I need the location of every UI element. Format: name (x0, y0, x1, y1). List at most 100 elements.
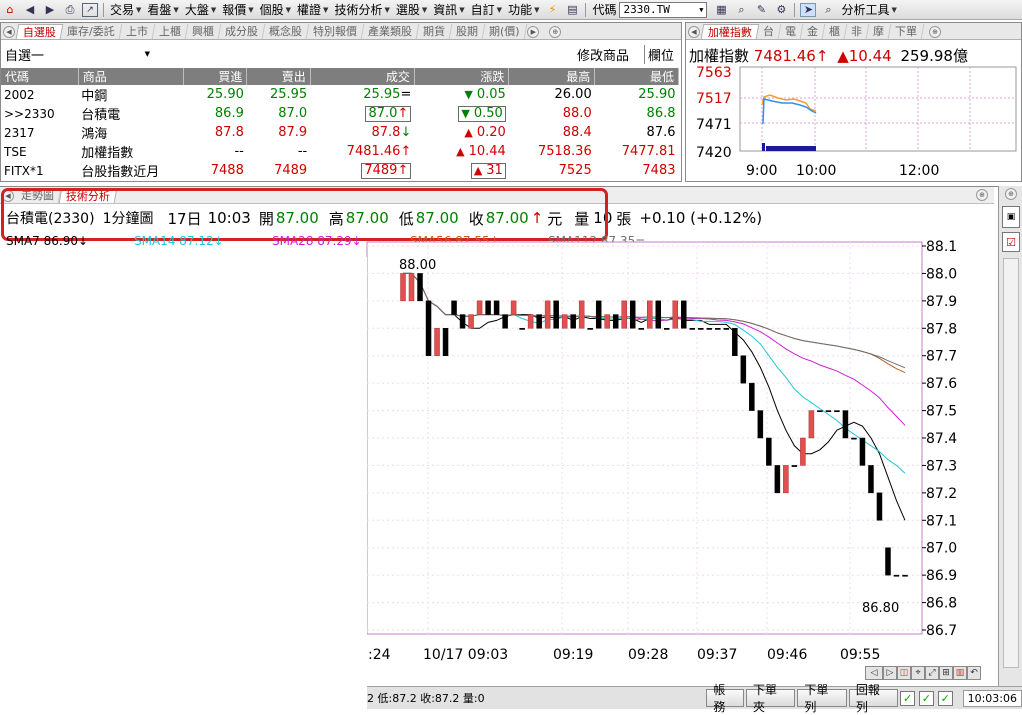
analysis-tools-icon[interactable]: ⌕ (820, 3, 836, 17)
tab-favorites[interactable]: 自選股 (15, 24, 64, 39)
menu-separator (794, 2, 796, 17)
print-icon[interactable]: ⎙ (62, 3, 78, 17)
notepad-icon[interactable]: ▤ (564, 3, 580, 17)
tab-futures[interactable]: 期貨 (416, 24, 453, 39)
code-input[interactable]: 2330.TW ▼ (619, 1, 708, 18)
tab-options[interactable]: 期(價) (482, 24, 527, 39)
zoom-icon[interactable]: ⊕ (1005, 188, 1017, 200)
menu-warrant[interactable]: 權證 ▼ (294, 1, 331, 18)
tab-order[interactable]: 下單 (888, 24, 925, 39)
columns-button[interactable]: 欄位 (644, 45, 674, 64)
cell-last-symbol: ↑ (400, 144, 412, 159)
stock-lookup-icon[interactable]: ▦ (713, 3, 729, 17)
search-icon[interactable]: ⌕ (733, 3, 749, 17)
menu-screener[interactable]: 選股 ▼ (393, 1, 430, 18)
candle (417, 273, 423, 302)
check-2-checkbox[interactable]: ✓ (919, 690, 934, 706)
col-change[interactable]: 漲跌 (414, 68, 510, 85)
forward-icon[interactable]: ▶ (42, 3, 58, 17)
table-row[interactable]: TSE 加權指數 -- -- 7481.46↑ ▲ 10.44 7518.36 7477.81 (1, 142, 679, 161)
zoom-out-icon[interactable]: ◫ (897, 666, 911, 680)
tools-icon[interactable]: ✎ (753, 3, 769, 17)
modify-items-button[interactable]: 修改商品 (577, 45, 629, 64)
menu-info[interactable]: 資訊 ▼ (430, 1, 467, 18)
pointer-icon[interactable]: ➤ (800, 2, 817, 17)
back-icon[interactable]: ◀ (22, 3, 38, 17)
col-high[interactable]: 最高 (508, 68, 596, 85)
tabs-scroll-left-icon[interactable]: ◀ (688, 26, 700, 38)
menu-quote[interactable]: 報價 ▼ (219, 1, 256, 18)
vertical-scrollbar[interactable] (1003, 258, 1019, 668)
tab-stock-futures[interactable]: 股期 (449, 24, 486, 39)
bar-chart-icon[interactable]: ▥ (953, 666, 967, 680)
zoom-icon[interactable]: ⊕ (929, 26, 941, 38)
col-code[interactable]: 代碼 (1, 68, 79, 85)
tab-listed[interactable]: 上市 (119, 24, 156, 39)
tab-electronics[interactable]: 電 (778, 24, 804, 39)
side-tab-button[interactable]: ▣ (1002, 206, 1020, 228)
tab-taiex[interactable]: 加權指數 (700, 24, 760, 39)
zoom-icon[interactable]: ⊕ (976, 189, 988, 201)
tab-msci[interactable]: 摩 (866, 24, 892, 39)
analysis-tools-menu[interactable]: 分析工具 ▼ (838, 1, 899, 18)
lightning-icon[interactable]: ⚡ (544, 3, 560, 17)
zoom-icon[interactable]: ⊕ (549, 26, 562, 38)
home-icon[interactable]: ⌂ (2, 3, 18, 17)
tabs-scroll-right-icon[interactable]: ▶ (527, 26, 540, 38)
tab-industry[interactable]: 產業類股 (361, 24, 420, 39)
undo-icon[interactable]: ↶ (967, 666, 981, 680)
menu-market[interactable]: 大盤 ▼ (182, 1, 219, 18)
cell-name: 加權指數 (81, 146, 134, 161)
tab-tw[interactable]: 台 (756, 24, 782, 39)
tab-components[interactable]: 成分股 (218, 24, 266, 39)
list-selector[interactable]: 自選一 ▼ (5, 45, 150, 64)
export-icon[interactable]: ↗ (82, 2, 98, 17)
col-name[interactable]: 商品 (78, 68, 185, 85)
tab-finance[interactable]: 金 (800, 24, 826, 39)
scroll-left-icon[interactable]: ◁ (865, 666, 883, 680)
tabs-scroll-left-icon[interactable]: ◀ (3, 26, 15, 38)
account-button[interactable]: 帳務 (706, 683, 744, 714)
report-bar-button[interactable]: 回報列 (848, 683, 899, 714)
menu-watch[interactable]: 看盤 ▼ (144, 1, 181, 18)
crosshair-icon[interactable]: ⌖ (911, 666, 925, 680)
candle (706, 328, 713, 330)
zoom-in-icon[interactable]: ⊞ (939, 666, 953, 680)
tab-non-finance[interactable]: 非 (844, 24, 870, 39)
low-marker-label: 86.80 (862, 601, 899, 616)
check-3-checkbox[interactable]: ✓ (937, 690, 953, 706)
cell-ask: 87.9 (278, 125, 308, 140)
order-folder-button[interactable]: 下單夾 (745, 683, 796, 714)
menu-technical[interactable]: 技術分析 ▼ (331, 1, 392, 18)
tab-concept[interactable]: 概念股 (262, 24, 310, 39)
tab-special-quote[interactable]: 特別報價 (306, 24, 365, 39)
side-check-button[interactable]: ☑ (1002, 232, 1020, 252)
tab-otc[interactable]: 上櫃 (152, 24, 189, 39)
col-ask[interactable]: 賣出 (246, 68, 311, 85)
candle (519, 328, 525, 330)
candle (459, 314, 466, 329)
tab-inventory[interactable]: 庫存/委託 (60, 24, 123, 39)
tab-otc-index[interactable]: 櫃 (822, 24, 848, 39)
settings-icon[interactable]: ⚙ (773, 3, 789, 17)
menu-custom[interactable]: 自訂 ▼ (468, 1, 505, 18)
col-bid[interactable]: 買進 (183, 68, 248, 85)
menu-stock[interactable]: 個股 ▼ (257, 1, 294, 18)
menu-trade[interactable]: 交易 ▼ (107, 1, 144, 18)
table-row[interactable]: 2002 中鋼 25.90 25.95 25.95= ▼ 0.05 26.00 25.90 (1, 85, 679, 104)
candle (400, 273, 406, 302)
check-1-checkbox[interactable]: ✓ (900, 690, 916, 706)
col-last[interactable]: 成交 (310, 68, 415, 85)
order-bar-button[interactable]: 下單列 (797, 683, 847, 714)
table-row[interactable]: FITX*1 台股指數近月 7488 7489 7489↑ ▲ 31 7525 7483 (1, 161, 679, 180)
table-row[interactable]: 2317 鴻海 87.8 87.9 87.8↓ ▲ 0.20 88.4 87.6 (1, 123, 679, 142)
scroll-right-icon[interactable]: ▷ (883, 666, 897, 680)
fit-icon[interactable]: ⤢ (925, 666, 939, 680)
cell-last: 7481.46↑ (310, 142, 414, 161)
table-row[interactable]: >>2330 台積電 86.9 87.0 87.0↑ ▼ 0.50 88.0 86.8 (1, 104, 679, 123)
col-low[interactable]: 最低 (594, 68, 679, 85)
menu-function[interactable]: 功能 ▼ (505, 1, 542, 18)
candle (646, 300, 653, 329)
cell-code: 2317 (4, 125, 35, 140)
tab-emerging[interactable]: 興櫃 (185, 24, 222, 39)
